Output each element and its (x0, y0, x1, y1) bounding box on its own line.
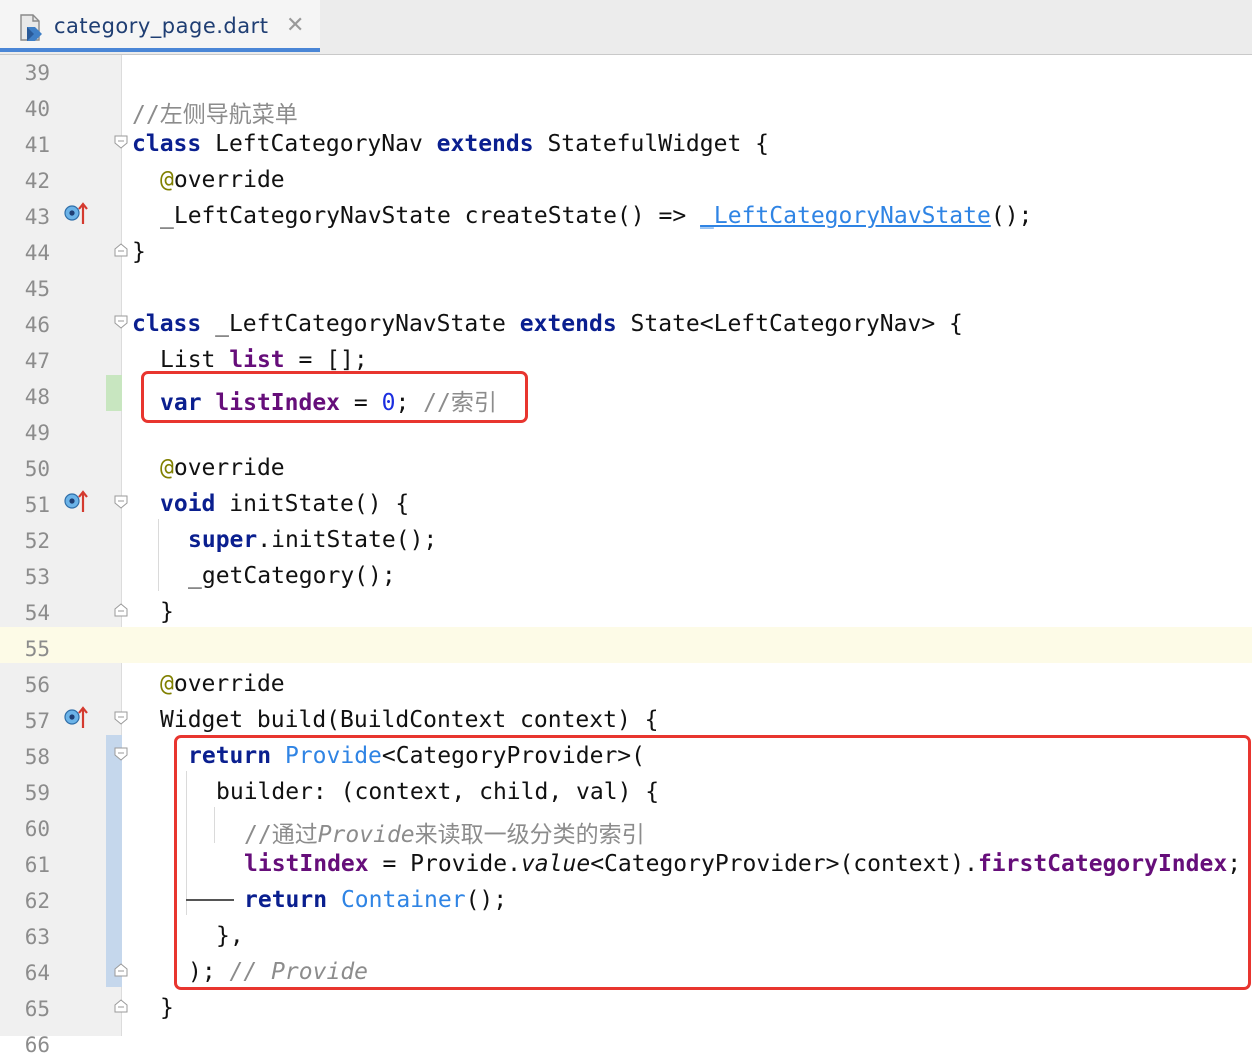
highlight-box-listindex (141, 371, 528, 423)
line-number: 45 (24, 277, 50, 301)
tab-category-page[interactable]: category_page.dart ✕ (0, 0, 320, 52)
line-number: 39 (24, 61, 50, 85)
code-line: _LeftCategoryNavState createState() => _… (160, 203, 1033, 229)
code-line: class _LeftCategoryNavState extends Stat… (132, 311, 963, 337)
code-line: } (132, 239, 146, 265)
tab-title: category_page.dart (54, 14, 269, 38)
code-editor[interactable]: 39 40 41 42 43 44 45 46 47 48 49 50 51 5… (0, 55, 1252, 1057)
code-line: List list = []; (160, 347, 368, 373)
code-line: @override (160, 167, 285, 193)
code-line: //左侧导航菜单 (132, 102, 298, 128)
editor-tab-bar: category_page.dart ✕ (0, 0, 1252, 55)
code-line: } (160, 995, 174, 1021)
code-line: _getCategory(); (188, 563, 396, 589)
code-line: } (160, 599, 174, 625)
highlight-box-provide (174, 735, 1251, 990)
close-icon[interactable]: ✕ (286, 13, 304, 38)
code-line: @override (160, 455, 285, 481)
line-number: 55 (24, 637, 50, 661)
dart-file-icon (20, 14, 42, 41)
code-line: void initState() { (160, 491, 410, 517)
code-line: super.initState(); (188, 527, 438, 553)
code-line: class LeftCategoryNav extends StatefulWi… (132, 131, 769, 157)
code-line: Widget build(BuildContext context) { (160, 707, 659, 733)
line-number: 49 (24, 421, 50, 445)
code-line: @override (160, 671, 285, 697)
line-number: 66 (24, 1033, 50, 1057)
